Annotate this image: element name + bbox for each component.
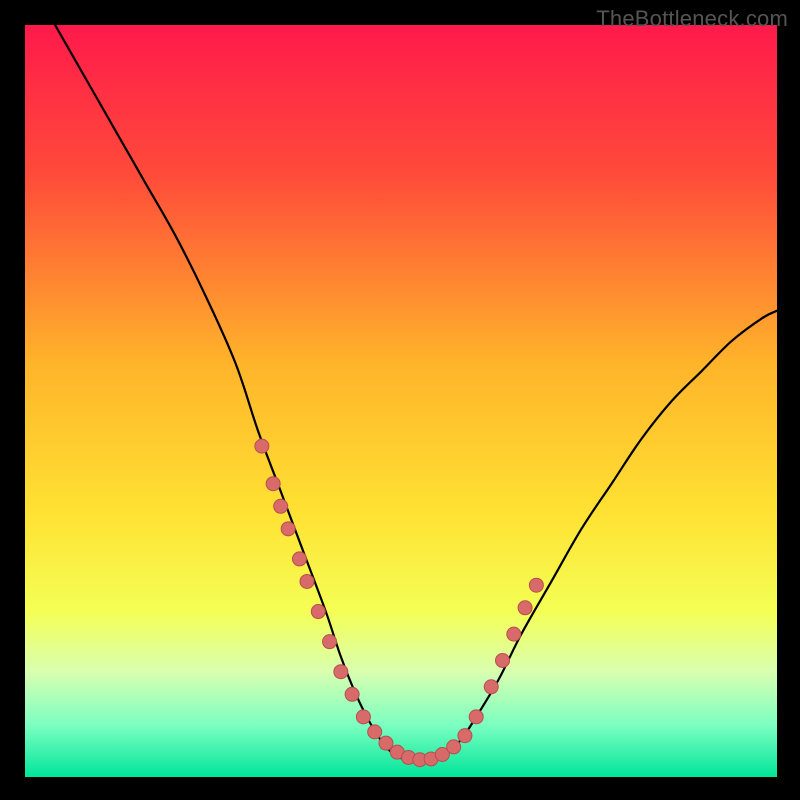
gradient-background	[25, 25, 777, 777]
chart-frame: TheBottleneck.com	[0, 0, 800, 800]
chart-svg	[25, 25, 777, 777]
data-marker	[323, 635, 337, 649]
data-marker	[496, 653, 510, 667]
data-marker	[334, 665, 348, 679]
data-marker	[292, 552, 306, 566]
data-marker	[274, 499, 288, 513]
data-marker	[311, 605, 325, 619]
plot-area	[25, 25, 777, 777]
data-marker	[447, 740, 461, 754]
data-marker	[484, 680, 498, 694]
data-marker	[469, 710, 483, 724]
data-marker	[281, 522, 295, 536]
watermark-text: TheBottleneck.com	[596, 6, 788, 32]
data-marker	[458, 729, 472, 743]
data-marker	[345, 687, 359, 701]
data-marker	[255, 439, 269, 453]
data-marker	[518, 601, 532, 615]
data-marker	[300, 574, 314, 588]
data-marker	[507, 627, 521, 641]
data-marker	[266, 477, 280, 491]
data-marker	[529, 578, 543, 592]
data-marker	[379, 736, 393, 750]
data-marker	[356, 710, 370, 724]
data-marker	[368, 725, 382, 739]
